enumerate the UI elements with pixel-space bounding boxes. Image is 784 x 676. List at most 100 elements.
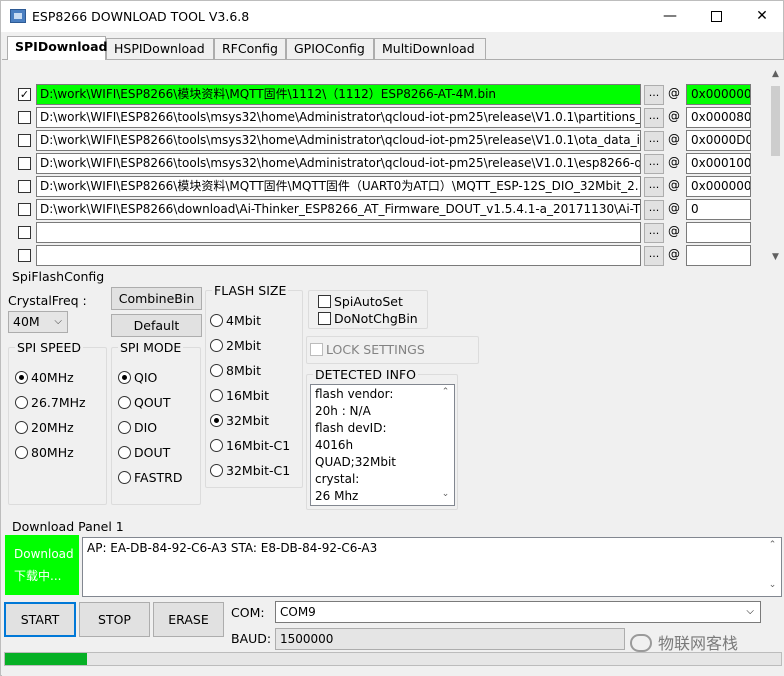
flash-size-32mbit-c1[interactable]: 32Mbit-C1 <box>210 463 290 478</box>
stop-button[interactable]: STOP <box>79 602 150 637</box>
detected-info-text[interactable]: flash vendor: 20h : N/A flash devID: 401… <box>310 384 455 506</box>
at-label: @ <box>668 224 680 238</box>
address-field[interactable] <box>686 222 751 243</box>
browse-button[interactable]: ... <box>644 131 664 151</box>
download-log-text: AP: EA-DB-84-92-C6-A3 STA: E8-DB-84-92-C… <box>87 541 378 555</box>
baud-select[interactable]: 1500000 <box>275 628 625 650</box>
detected-info-line: 4016h <box>315 438 354 452</box>
scroll-down-icon[interactable]: ⌄ <box>764 580 781 590</box>
spi-speed-20mhz[interactable]: 20MHz <box>15 420 74 435</box>
do-not-chg-bin-checkbox[interactable]: DoNotChgBin <box>318 311 418 326</box>
file-path-field[interactable]: D:\work\WIFI\ESP8266\模块资料\MQTT固件\MQTT固件（… <box>36 176 641 197</box>
file-path-field[interactable] <box>36 245 641 266</box>
flash-size-2mbit[interactable]: 2Mbit <box>210 338 261 353</box>
browse-button[interactable]: ... <box>644 246 664 266</box>
crystal-freq-select[interactable]: 40M ⌵ <box>8 311 68 333</box>
file-checkbox[interactable]: ✓ <box>18 88 31 101</box>
flash-size-4mbit[interactable]: 4Mbit <box>210 313 261 328</box>
maximize-button[interactable] <box>693 1 739 31</box>
file-checkbox[interactable] <box>18 226 31 239</box>
lock-settings-checkbox[interactable]: LOCK SETTINGS <box>310 342 425 357</box>
tab-rfconfig[interactable]: RFConfig <box>214 38 286 59</box>
spi-speed-80mhz[interactable]: 80MHz <box>15 445 74 460</box>
address-field[interactable]: 0x000000 <box>686 176 751 197</box>
file-path-field[interactable] <box>36 222 641 243</box>
scroll-down-icon[interactable]: ⌄ <box>437 489 454 499</box>
default-button[interactable]: Default <box>111 314 202 337</box>
file-path-field[interactable]: D:\work\WIFI\ESP8266\tools\msys32\home\A… <box>36 130 641 151</box>
scroll-down-icon[interactable]: ▼ <box>767 249 784 266</box>
file-checkbox[interactable] <box>18 134 31 147</box>
maximize-icon <box>710 10 722 22</box>
file-checkbox[interactable] <box>18 157 31 170</box>
download-log-scrollbar[interactable]: ⌃ ⌄ <box>764 538 781 596</box>
address-field[interactable] <box>686 245 751 266</box>
browse-button[interactable]: ... <box>644 177 664 197</box>
file-checkbox[interactable] <box>18 249 31 262</box>
browse-button[interactable]: ... <box>644 85 664 105</box>
spi-speed-40mhz[interactable]: 40MHz <box>15 370 74 385</box>
radio-label: 80MHz <box>31 445 74 460</box>
spi-mode-group: SPI MODE QIO QOUT DIO DOUT FASTRD <box>111 340 201 505</box>
browse-button[interactable]: ... <box>644 200 664 220</box>
spi-speed-26mhz[interactable]: 26.7MHz <box>15 395 86 410</box>
tab-gpioconfig[interactable]: GPIOConfig <box>286 38 374 59</box>
address-field[interactable]: 0 <box>686 199 751 220</box>
scrollbar-thumb[interactable] <box>771 86 780 156</box>
erase-button[interactable]: ERASE <box>153 602 224 637</box>
address-field[interactable]: 0x000000 <box>686 84 751 105</box>
checkbox-label: DoNotChgBin <box>334 311 418 326</box>
scroll-up-icon[interactable]: ⌃ <box>437 387 454 397</box>
flash-size-16mbit[interactable]: 16Mbit <box>210 388 269 403</box>
minimize-button[interactable]: — <box>647 1 693 31</box>
file-path-field[interactable]: D:\work\WIFI\ESP8266\download\Ai-Thinker… <box>36 199 641 220</box>
radio-selected-icon <box>210 414 223 427</box>
spi-mode-qio[interactable]: QIO <box>118 370 157 385</box>
flash-size-32mbit[interactable]: 32Mbit <box>210 413 269 428</box>
spi-mode-fastrd[interactable]: FASTRD <box>118 470 182 485</box>
file-checkbox[interactable] <box>18 203 31 216</box>
file-checkbox[interactable] <box>18 180 31 193</box>
address-field[interactable]: 0x0000D0 <box>686 130 751 151</box>
browse-button[interactable]: ... <box>644 154 664 174</box>
tab-multidownload[interactable]: MultiDownload <box>374 38 486 59</box>
file-list-scrollbar[interactable]: ▲ ▼ <box>767 66 784 266</box>
combine-bin-button[interactable]: CombineBin <box>111 287 202 310</box>
browse-button[interactable]: ... <box>644 223 664 243</box>
radio-label: 16Mbit-C1 <box>226 438 291 453</box>
flash-size-16mbit-c1[interactable]: 16Mbit-C1 <box>210 438 290 453</box>
crystal-freq-label: CrystalFreq : <box>8 293 87 308</box>
radio-selected-icon <box>15 371 28 384</box>
com-select[interactable]: COM9 ⌵ <box>275 601 761 623</box>
radio-label: 8Mbit <box>226 363 262 378</box>
file-row: D:\work\WIFI\ESP8266\tools\msys32\home\A… <box>4 130 768 152</box>
watermark-text: 物联网客栈 <box>658 634 739 653</box>
scroll-up-icon[interactable]: ▲ <box>767 66 784 83</box>
download-log[interactable]: AP: EA-DB-84-92-C6-A3 STA: E8-DB-84-92-C… <box>82 537 782 597</box>
address-field[interactable]: 0x0000800 <box>686 107 751 128</box>
start-button[interactable]: START <box>4 602 76 637</box>
scroll-up-icon[interactable]: ⌃ <box>764 540 781 550</box>
spi-mode-dout[interactable]: DOUT <box>118 445 170 460</box>
browse-button[interactable]: ... <box>644 108 664 128</box>
spi-auto-set-checkbox[interactable]: SpiAutoSet <box>318 294 403 309</box>
tab-hspidownload[interactable]: HSPIDownload <box>106 38 214 59</box>
tab-spidownload[interactable]: SPIDownload <box>7 36 107 60</box>
file-checkbox[interactable] <box>18 111 31 124</box>
spiflashconfig-label: SpiFlashConfig <box>12 269 105 284</box>
download-status-indicator: Download 下载中... <box>5 535 79 595</box>
spi-mode-qout[interactable]: QOUT <box>118 395 170 410</box>
flash-size-8mbit[interactable]: 8Mbit <box>210 363 261 378</box>
address-field[interactable]: 0x0001000 <box>686 153 751 174</box>
radio-icon <box>210 464 223 477</box>
file-path-field[interactable]: D:\work\WIFI\ESP8266\模块资料\MQTT固件\1112\（1… <box>36 84 641 105</box>
file-path-field[interactable]: D:\work\WIFI\ESP8266\tools\msys32\home\A… <box>36 153 641 174</box>
file-path-field[interactable]: D:\work\WIFI\ESP8266\tools\msys32\home\A… <box>36 107 641 128</box>
detected-info-scrollbar[interactable]: ⌃ ⌄ <box>437 385 454 505</box>
at-label: @ <box>668 132 680 146</box>
at-label: @ <box>668 247 680 261</box>
spi-mode-dio[interactable]: DIO <box>118 420 157 435</box>
spi-speed-group: SPI SPEED 40MHz 26.7MHz 20MHz 80MHz <box>8 340 107 505</box>
close-button[interactable]: ✕ <box>739 1 784 31</box>
radio-label: FASTRD <box>134 470 183 485</box>
